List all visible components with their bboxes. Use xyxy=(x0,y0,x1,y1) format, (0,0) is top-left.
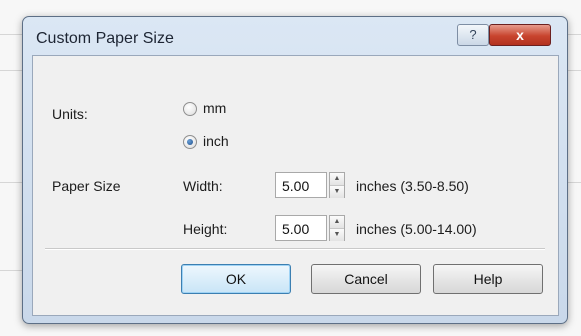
width-spin-down-icon[interactable]: ▼ xyxy=(330,185,344,198)
background-rule xyxy=(0,270,22,271)
dialog-content: Units: mm inch Paper Size Width: 5.00 ▲ … xyxy=(32,55,559,316)
height-range-text: inches (5.00-14.00) xyxy=(356,221,477,237)
custom-paper-size-dialog: Custom Paper Size ? x Units: mm inch Pap… xyxy=(22,16,568,324)
close-button[interactable]: x xyxy=(489,24,551,46)
height-spin-up-icon[interactable]: ▲ xyxy=(330,216,344,228)
background-rule xyxy=(566,182,581,183)
radio-inch-label[interactable]: inch xyxy=(203,133,229,149)
width-range-text: inches (3.50-8.50) xyxy=(356,178,469,194)
radio-mm[interactable] xyxy=(183,102,197,116)
titlebar-help-button[interactable]: ? xyxy=(457,24,489,46)
height-spin-down-icon[interactable]: ▼ xyxy=(330,228,344,241)
cancel-button[interactable]: Cancel xyxy=(311,264,421,294)
width-spin-up-icon[interactable]: ▲ xyxy=(330,173,344,185)
height-input[interactable]: 5.00 xyxy=(275,215,327,241)
radio-mm-label[interactable]: mm xyxy=(203,100,226,116)
radio-inch[interactable] xyxy=(183,135,197,149)
width-input[interactable]: 5.00 xyxy=(275,172,327,198)
width-label: Width: xyxy=(183,178,223,194)
divider xyxy=(45,248,545,250)
background-rule xyxy=(0,70,22,71)
question-mark-icon: ? xyxy=(469,27,477,42)
background-rule xyxy=(566,70,581,71)
ok-button[interactable]: OK xyxy=(181,264,291,294)
width-spinner[interactable]: ▲ ▼ xyxy=(329,172,345,198)
paper-size-label: Paper Size xyxy=(52,178,121,194)
units-label: Units: xyxy=(52,106,88,122)
height-label: Height: xyxy=(183,221,228,237)
help-button[interactable]: Help xyxy=(433,264,543,294)
background-rule xyxy=(0,182,22,183)
dialog-title: Custom Paper Size xyxy=(36,30,174,47)
title-bar[interactable]: Custom Paper Size ? x xyxy=(23,17,567,55)
close-icon: x xyxy=(516,27,524,43)
height-spinner[interactable]: ▲ ▼ xyxy=(329,215,345,241)
